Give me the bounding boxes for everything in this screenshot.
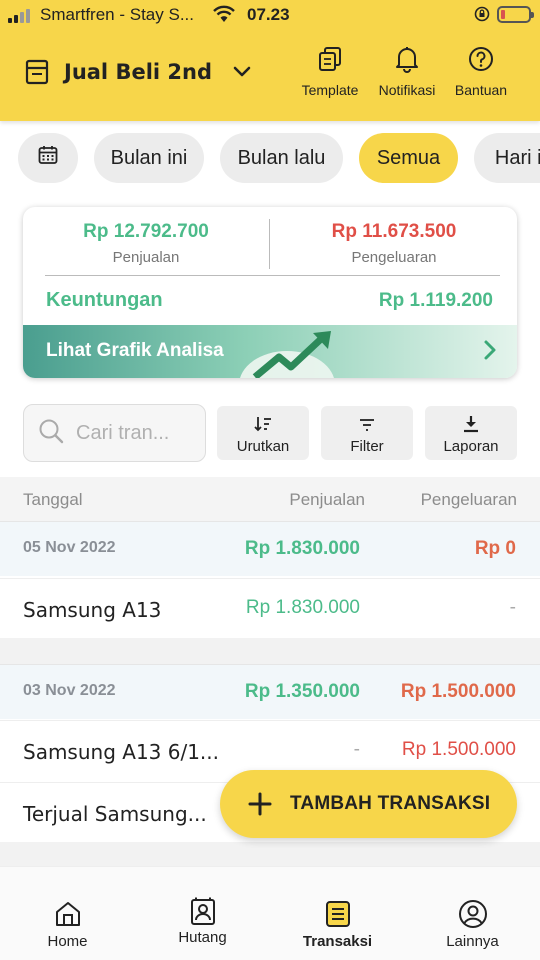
help-button[interactable]: Bantuan [443,44,519,106]
divider [45,275,500,276]
nav-lainnya[interactable]: Lainnya [405,867,540,960]
filter-button[interactable]: Filter [321,406,413,460]
transaction-sales: Rp 1.830.000 [245,597,360,618]
analytics-label: Lihat Grafik Analisa [46,340,224,361]
sales-total-label: Penjualan [112,249,180,266]
group-date: 03 Nov 2022 [23,682,116,699]
download-icon [462,414,480,434]
expense-total-label: Pengeluaran [351,249,437,266]
plus-icon [248,792,272,816]
transaction-row[interactable]: Samsung A13 Rp 1.830.000 - [0,578,540,638]
group-sales-total: Rp 1.350.000 [244,681,360,702]
store-name: Jual Beli 2nd [64,60,212,84]
group-sales-total: Rp 1.830.000 [244,538,360,559]
profit-label: Keuntungan [46,289,163,311]
chevron-down-icon [232,62,252,82]
date-filter-chips: Bulan ini Bulan lalu Semua Hari ini [0,133,540,185]
store-selector[interactable]: Jual Beli 2nd [24,52,252,92]
nav-hutang-label: Hutang [178,929,227,946]
search-input[interactable] [76,421,196,445]
calendar-button[interactable] [18,133,78,183]
transaction-icon [325,899,351,929]
search-icon [38,418,64,449]
orientation-lock-icon [474,6,490,25]
debt-icon [189,897,217,927]
chip-semua[interactable]: Semua [359,133,458,183]
date-group-row: 05 Nov 2022 Rp 1.830.000 Rp 0 [0,521,540,576]
chip-bulan-ini[interactable]: Bulan ini [94,133,204,183]
nav-lainnya-label: Lainnya [446,933,499,950]
profit-value: Rp 1.119.200 [378,290,493,311]
sales-summary: Rp 12.792.700 Penjualan [23,221,269,266]
group-date: 05 Nov 2022 [23,539,116,556]
sort-label: Urutkan [236,438,290,455]
report-label: Laporan [443,438,499,455]
column-sales: Penjualan [289,490,365,509]
add-transaction-button[interactable]: TAMBAH TRANSAKSI [220,770,517,838]
group-separator [0,638,540,664]
chevron-right-icon [483,339,497,366]
carrier-name: Smartfren - Stay S... [40,5,194,24]
nav-home-label: Home [47,933,88,950]
transaction-sales: - [353,739,360,760]
report-button[interactable]: Laporan [425,406,517,460]
group-expense-total: Rp 0 [474,538,516,559]
notification-button[interactable]: Notifikasi [369,44,445,106]
home-icon [54,899,82,929]
nav-home[interactable]: Home [0,867,135,960]
notification-label: Notifikasi [378,82,436,98]
filter-icon [358,414,376,434]
expense-total-value: Rp 11.673.500 [331,221,457,242]
sort-button[interactable]: Urutkan [217,406,309,460]
profile-icon [458,899,488,929]
summary-card: Rp 12.792.700 Penjualan Rp 11.673.500 Pe… [23,207,517,378]
transaction-name: Terjual Samsung... [23,802,207,826]
template-button[interactable]: Template [292,44,368,106]
trend-chart-icon [235,325,345,378]
signal-icon [8,9,30,23]
transaction-name: Samsung A13 6/1... [23,740,220,764]
group-expense-total: Rp 1.500.000 [400,681,516,702]
calendar-icon [38,145,58,171]
chip-hari-ini[interactable]: Hari ini [474,133,540,183]
search-box [23,404,206,462]
chip-bulan-lalu[interactable]: Bulan lalu [220,133,343,183]
wifi-icon [212,5,236,28]
sales-total-value: Rp 12.792.700 [83,221,209,242]
status-time: 07.23 [247,5,290,24]
nav-transaksi-label: Transaksi [302,933,373,950]
status-bar: Smartfren - Stay S... 07.23 [0,0,540,32]
transaction-table-header: Tanggal Penjualan Pengeluaran [0,477,540,521]
column-date: Tanggal [23,490,83,509]
divider [269,219,270,269]
add-transaction-label: TAMBAH TRANSAKSI [290,793,491,814]
template-label: Template [301,82,359,98]
column-expense: Pengeluaran [420,490,517,509]
transaction-expense: Rp 1.500.000 [401,739,516,760]
help-icon [468,44,494,74]
help-label: Bantuan [454,82,508,98]
template-icon [317,44,343,74]
bottom-navigation: Home Hutang Transaksi Lainnya [0,866,540,960]
battery-icon [497,6,534,23]
bell-icon [394,44,420,74]
filter-label: Filter [350,438,384,455]
analytics-chart-button[interactable]: Lihat Grafik Analisa [23,325,517,378]
sort-icon [254,414,272,434]
nav-hutang[interactable]: Hutang [135,867,270,960]
transaction-name: Samsung A13 [23,598,162,622]
nav-transaksi[interactable]: Transaksi [270,867,405,960]
app-header: Smartfren - Stay S... 07.23 Jual Beli 2n… [0,0,540,121]
date-group-row: 03 Nov 2022 Rp 1.350.000 Rp 1.500.000 [0,664,540,719]
group-separator [0,842,540,868]
transaction-expense: - [509,597,516,618]
expense-summary: Rp 11.673.500 Pengeluaran [271,221,517,266]
store-icon [24,59,50,85]
